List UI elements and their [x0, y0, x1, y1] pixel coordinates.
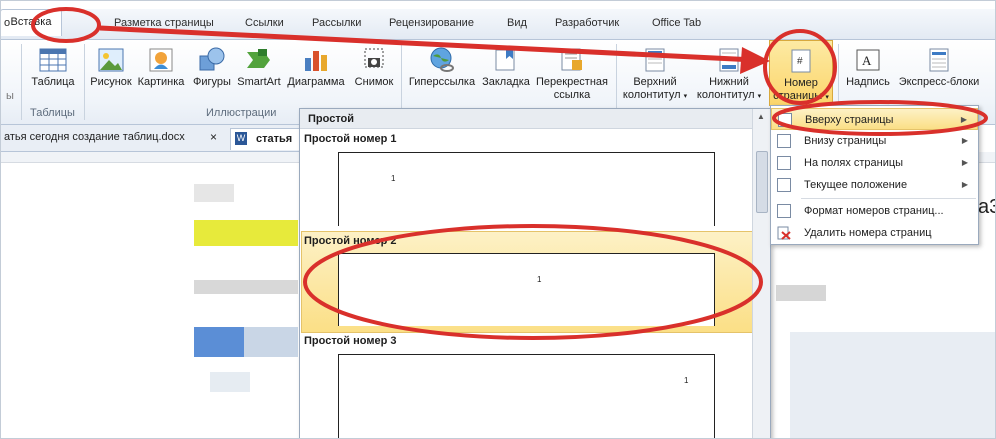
word-window: о Вставка Разметка страницы Ссылки Рассы…: [0, 0, 996, 439]
image-border: [0, 0, 996, 439]
